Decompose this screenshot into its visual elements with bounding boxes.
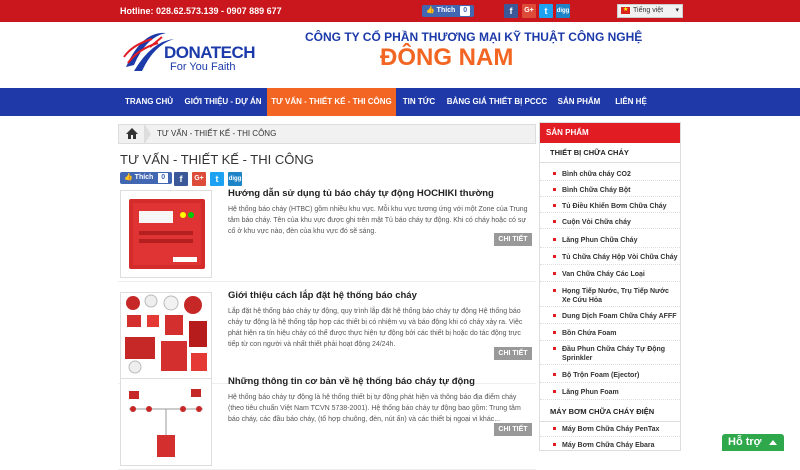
google-plus-share-icon[interactable]: G+ [522,4,536,18]
sidebar-item[interactable]: Tủ Chữa Cháy Hộp Vòi Chữa Cháy [540,251,680,265]
breadcrumb-current[interactable]: TƯ VẤN - THIẾT KẾ - THI CÔNG [157,125,276,143]
logo-text: DONATECH [164,43,256,62]
sidebar-item[interactable]: Máy Bơm Chữa Cháy PenTax [540,423,680,437]
twitter-share-icon[interactable]: t [539,4,553,18]
facebook-share-icon[interactable]: f [504,4,518,18]
like-label: Thích [436,7,456,14]
sidebar-item[interactable]: Máy Bơm Chữa Cháy Ebara [540,439,680,452]
nav-item-about[interactable]: GIỚI THIỆU - DỰ ÁN [180,88,266,116]
thumbs-up-icon: 👍 [124,174,133,181]
hotline-text: Hotline: 028.62.573.139 - 0907 889 677 [120,6,282,16]
sidebar-item[interactable]: Lăng Phun Chữa Cháy [540,234,680,248]
digg-share-icon[interactable]: digg [556,4,570,18]
logo-tagline: For You Faith [170,61,236,73]
sidebar-item[interactable]: Họng Tiếp Nước, Trụ Tiếp Nước Xe Cứu Hỏa [540,285,680,307]
home-icon[interactable] [119,125,145,143]
breadcrumb-separator [145,125,151,143]
article-thumbnail[interactable] [120,190,212,278]
fire-alarm-devices-image [125,294,207,374]
sidebar-item[interactable]: Đầu Phun Chữa Cháy Tự Động Sprinkler [540,343,680,365]
sidebar-item[interactable]: Cuộn Vòi Chữa cháy [540,216,680,229]
twitter-share-icon[interactable]: t [210,172,224,186]
fire-alarm-panel-image [129,199,205,269]
nav-item-products[interactable]: SẢN PHẨM [552,88,606,116]
company-line: CÔNG TY CỔ PHẦN THƯƠNG MẠI KỸ THUẬT CÔNG… [305,30,643,44]
sidebar-category[interactable]: THIẾT BỊ CHỮA CHÁY [540,143,680,163]
sidebar-header: SẢN PHẨM [540,123,680,143]
article-thumbnail[interactable] [120,378,212,466]
article-title[interactable]: Giới thiệu cách lắp đặt hệ thống báo chá… [228,290,417,301]
page-title: TƯ VẤN - THIẾT KẾ - THI CÔNG [120,152,314,167]
article-item: Giới thiệu cách lắp đặt hệ thống báo chá… [118,290,536,384]
nav-item-news[interactable]: TIN TỨC [396,88,442,116]
sidebar-item[interactable]: Lăng Phun Foam [540,386,680,400]
facebook-share-icon[interactable]: f [174,172,188,186]
sidebar-item[interactable]: Bình chữa cháy CO2 [540,168,680,181]
main-content: TƯ VẤN - THIẾT KẾ - THI CÔNG TƯ VẤN - TH… [118,120,536,470]
sidebar-item[interactable]: Tủ Điều Khiển Bơm Chữa Cháy [540,200,680,213]
detail-button[interactable]: CHI TIẾT [494,423,532,436]
support-chat-button[interactable]: Hỗ trợ [722,434,784,451]
digg-share-icon[interactable]: digg [228,172,242,186]
google-plus-share-icon[interactable]: G+ [192,172,206,186]
main-nav: TRANG CHỦ GIỚI THIỆU - DỰ ÁN TƯ VẤN - TH… [0,88,800,116]
language-label: Tiếng việt [633,7,664,14]
nav-item-contact[interactable]: LIÊN HỆ [606,88,656,116]
vietnam-flag-icon [621,4,630,16]
article-description: Hệ thống báo cháy tự động là hệ thống th… [228,394,521,423]
like-count: 0 [460,6,471,16]
sidebar-item[interactable]: Bồn Chứa Foam [540,327,680,341]
article-item: Hướng dẫn sử dụng tủ báo cháy tự động HO… [118,188,536,282]
top-bar: Hotline: 028.62.573.139 - 0907 889 677 👍… [0,0,800,22]
article-title[interactable]: Hướng dẫn sử dụng tủ báo cháy tự động HO… [228,188,494,199]
facebook-like-button[interactable]: 👍 Thích 0 [422,5,475,17]
nav-item-home[interactable]: TRANG CHỦ [118,88,180,116]
nav-item-price-list[interactable]: BẢNG GIÁ THIẾT BỊ PCCC [442,88,552,116]
article-title[interactable]: Những thông tin cơ bản về hệ thống báo c… [228,376,475,387]
sidebar-item[interactable]: Van Chữa Cháy Các Loại [540,268,680,282]
language-selector[interactable]: Tiếng việt ▾ [617,4,683,18]
detail-button[interactable]: CHI TIẾT [494,233,532,246]
like-label: Thích [134,174,154,181]
article-description: Lắp đặt hệ thống báo cháy tự động, quy t… [228,308,523,348]
sidebar-item[interactable]: Bộ Trộn Foam (Ejector) [540,369,680,383]
site-header: DONATECH For You Faith CÔNG TY CỔ PHẦN T… [0,22,800,88]
like-count: 0 [158,173,169,183]
article-thumbnail[interactable] [120,292,212,380]
product-sidebar: SẢN PHẨM THIẾT BỊ CHỮA CHÁY Bình chữa ch… [539,122,681,451]
detail-button[interactable]: CHI TIẾT [494,347,532,360]
logo[interactable]: DONATECH For You Faith [122,27,272,83]
company-name: ĐÔNG NAM [380,44,514,71]
article-description: Hệ thống báo cháy (HTBC) gồm nhiều khu v… [228,206,528,235]
nav-item-consulting[interactable]: TƯ VẤN - THIẾT KẾ - THI CÔNG [267,88,396,116]
sidebar-item[interactable]: Dung Dịch Foam Chữa Cháy AFFF [540,310,680,324]
sidebar-item[interactable]: Bình Chữa Cháy Bột [540,184,680,197]
facebook-like-button[interactable]: 👍 Thích 0 [120,172,173,184]
breadcrumb: TƯ VẤN - THIẾT KẾ - THI CÔNG [118,124,536,144]
chevron-down-icon: ▾ [675,7,679,14]
fire-alarm-diagram-image [129,389,203,457]
article-item: Những thông tin cơ bản về hệ thống báo c… [118,376,536,470]
thumbs-up-icon: 👍 [426,7,435,14]
sidebar-category[interactable]: MÁY BƠM CHỮA CHÁY ĐIỆN [540,402,680,422]
